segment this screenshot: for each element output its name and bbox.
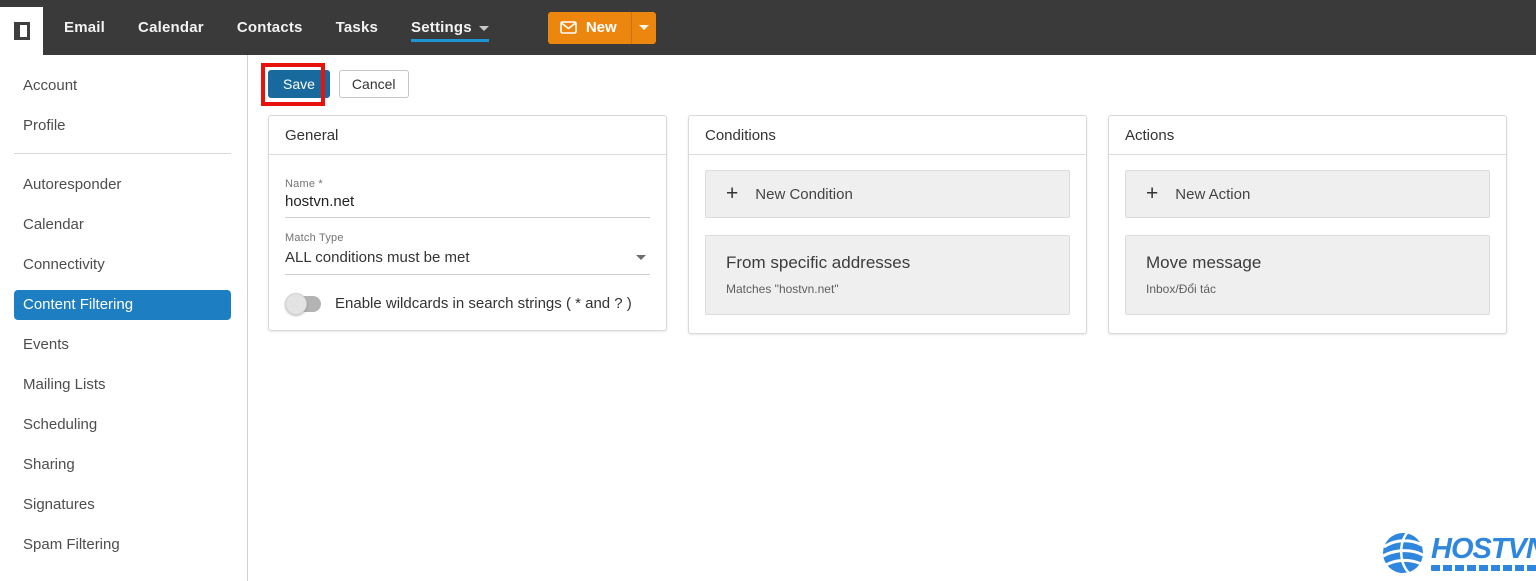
actions-card: Actions + New Action Move message Inbox/… (1108, 115, 1507, 334)
match-type-field-group: Match Type ALL conditions must be met (285, 232, 650, 275)
general-card-body: Name * Match Type ALL conditions must be… (269, 155, 666, 330)
plus-icon: + (726, 181, 739, 205)
sidebar-divider (14, 153, 231, 154)
match-type-select[interactable]: ALL conditions must be met (285, 246, 650, 275)
hostvn-watermark: HOSTVN (1381, 531, 1536, 575)
action-item[interactable]: Move message Inbox/Đổi tác (1125, 235, 1490, 315)
nav-item-email[interactable]: Email (64, 13, 105, 42)
nav-item-contacts[interactable]: Contacts (237, 13, 303, 42)
nav-item-settings[interactable]: Settings (411, 13, 489, 42)
hostvn-globe-icon (1382, 532, 1424, 574)
cancel-button[interactable]: Cancel (338, 70, 409, 98)
hostvn-text-block: HOSTVN (1431, 535, 1536, 571)
condition-item[interactable]: From specific addresses Matches "hostvn.… (705, 235, 1070, 315)
new-button-group: New (547, 11, 656, 44)
match-type-label: Match Type (285, 232, 344, 244)
condition-item-subtitle: Matches "hostvn.net" (726, 282, 839, 296)
nav-item-calendar[interactable]: Calendar (138, 13, 204, 42)
sidebar-item-connectivity[interactable]: Connectivity (14, 250, 231, 280)
toggle-knob (285, 292, 307, 315)
conditions-card-title: Conditions (689, 116, 1086, 155)
new-action-label: New Action (1175, 185, 1251, 203)
chevron-down-icon (638, 25, 649, 30)
hostvn-tagline (1431, 565, 1536, 571)
actions-card-body: + New Action Move message Inbox/Đổi tác (1109, 155, 1506, 333)
action-item-title: Move message (1146, 253, 1262, 272)
sidebar-toggle-icon (13, 22, 30, 40)
content-area: Save Cancel General Name * Match Type AL… (249, 55, 1536, 581)
wildcards-toggle-label: Enable wildcards in search strings ( * a… (335, 295, 632, 312)
sidebar-item-events[interactable]: Events (14, 330, 231, 360)
envelope-icon (560, 21, 577, 34)
name-field-group: Name * (285, 178, 650, 218)
top-nav-items: Email Calendar Contacts Tasks Settings N… (64, 11, 656, 44)
save-button[interactable]: Save (268, 70, 330, 98)
top-navigation-bar: Email Calendar Contacts Tasks Settings N… (0, 0, 1536, 55)
action-item-subtitle: Inbox/Đổi tác (1146, 282, 1217, 296)
sidebar-item-spam-filtering[interactable]: Spam Filtering (14, 530, 231, 560)
action-toolbar: Save Cancel (268, 70, 409, 98)
sidebar-item-signatures[interactable]: Signatures (14, 490, 231, 520)
nav-item-settings-label: Settings (411, 19, 472, 36)
sidebar-item-content-filtering[interactable]: Content Filtering (14, 290, 231, 320)
sidebar-item-profile[interactable]: Profile (14, 111, 231, 141)
app-logo[interactable] (0, 7, 43, 55)
settings-sidebar: Account Profile Autoresponder Calendar C… (0, 55, 248, 581)
name-input[interactable] (285, 190, 650, 218)
conditions-card: Conditions + New Condition From specific… (688, 115, 1087, 334)
new-condition-label: New Condition (755, 185, 853, 203)
new-action-button[interactable]: + New Action (1125, 170, 1490, 218)
match-type-value: ALL conditions must be met (285, 249, 470, 266)
new-button-label: New (585, 19, 617, 36)
wildcards-toggle[interactable] (285, 292, 321, 315)
new-condition-button[interactable]: + New Condition (705, 170, 1070, 218)
general-card: General Name * Match Type ALL conditions… (268, 115, 667, 331)
new-button[interactable]: New (547, 11, 631, 44)
chevron-down-icon (636, 255, 646, 260)
hostvn-logo-text: HOSTVN (1431, 533, 1536, 565)
sidebar-item-account[interactable]: Account (14, 71, 231, 101)
sidebar-item-autoresponder[interactable]: Autoresponder (14, 170, 231, 200)
sidebar-item-sharing[interactable]: Sharing (14, 450, 231, 480)
conditions-card-body: + New Condition From specific addresses … (689, 155, 1086, 333)
cards-row: General Name * Match Type ALL conditions… (268, 115, 1507, 334)
chevron-down-icon (478, 26, 489, 31)
sidebar-item-calendar[interactable]: Calendar (14, 210, 231, 240)
sidebar-item-scheduling[interactable]: Scheduling (14, 410, 231, 440)
actions-card-title: Actions (1109, 116, 1506, 155)
new-dropdown-button[interactable] (630, 11, 656, 44)
condition-item-title: From specific addresses (726, 253, 911, 272)
name-field-label: Name * (285, 178, 323, 190)
sidebar-item-mailing-lists[interactable]: Mailing Lists (14, 370, 231, 400)
wildcards-toggle-row: Enable wildcards in search strings ( * a… (285, 292, 650, 315)
general-card-title: General (269, 116, 666, 155)
nav-item-tasks[interactable]: Tasks (336, 13, 378, 42)
plus-icon: + (1146, 181, 1159, 205)
